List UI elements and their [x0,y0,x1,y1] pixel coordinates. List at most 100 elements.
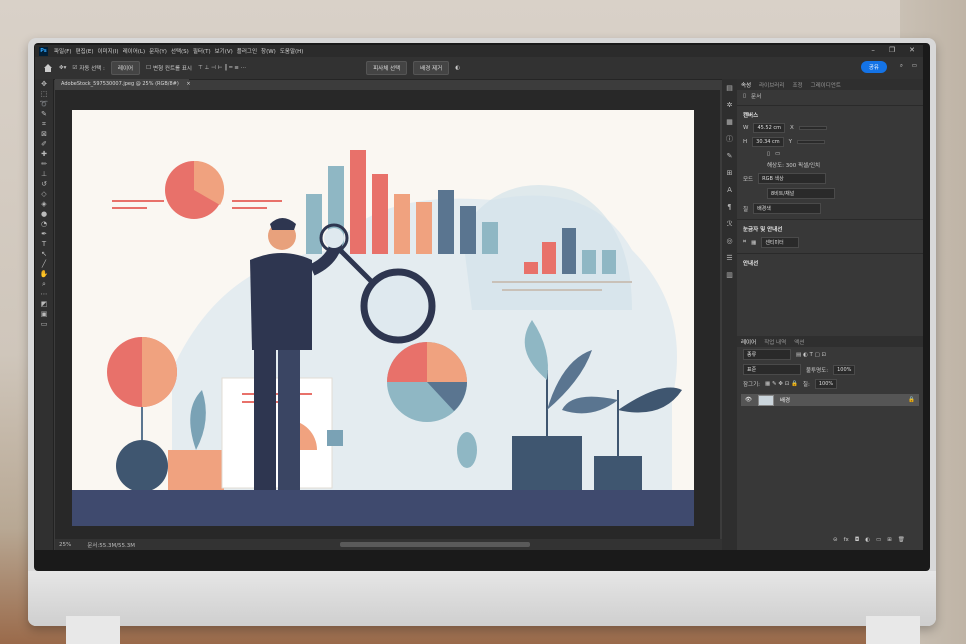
delete-layer-icon[interactable]: 🗑 [898,537,905,543]
menu-layer[interactable]: 레이어(L) [121,47,148,55]
width-field[interactable]: 45.52 cm [753,123,785,133]
orientation-landscape-icon[interactable]: ▭ [775,151,780,157]
share-button[interactable]: 공유 [860,61,887,73]
image-canvas[interactable] [72,110,694,526]
filter-icons[interactable]: ▤ ◐ T ▢ ⊡ [796,352,826,358]
mask-icon[interactable]: ◐ [455,65,460,71]
brush-panel-icon[interactable]: ✎ [722,147,737,164]
mode-dropdown[interactable]: RGB 색상 [758,173,827,184]
bit-depth-dropdown[interactable]: 8비트/채널 [767,188,835,199]
visibility-eye-icon[interactable]: 👁 [745,397,752,403]
blur-tool-icon[interactable]: ● [35,209,53,219]
layers-panel-icon[interactable]: ▥ [722,266,737,283]
dodge-tool-icon[interactable]: ◔ [35,219,53,229]
auto-select-checkbox[interactable]: ☑ [72,65,77,71]
menu-edit[interactable]: 편집(E) [74,47,96,55]
move-tool-icon[interactable]: ✥▾ [59,65,66,71]
type-tool-icon[interactable]: T [35,239,53,249]
tab-adjustments[interactable]: 조정 [792,81,802,89]
restore-icon[interactable]: ❐ [889,46,895,54]
pen-tool-icon[interactable]: ✒ [35,229,53,239]
menu-window[interactable]: 창(W) [259,47,278,55]
hand-tool-icon[interactable]: ✋ [35,269,53,279]
canvas-area[interactable] [55,90,720,542]
menu-select[interactable]: 선택(S) [169,47,191,55]
close-icon[interactable]: ✕ [909,46,915,54]
guides-grid-icon[interactable]: ▦ [751,240,756,246]
tab-libraries[interactable]: 라이브러리 [759,81,784,89]
remove-background-button[interactable]: 배경 제거 [413,61,450,75]
tab-layers[interactable]: 레이어 [741,338,756,346]
lock-icons[interactable]: ▦ ✎ ✥ ⊡ 🔒 [765,381,798,387]
opacity-field[interactable]: 100% [833,364,856,375]
document-info[interactable]: 문서:55.3M/55.3M [87,541,135,549]
x-field[interactable] [798,126,827,130]
line-tool-icon[interactable]: ╱ [35,259,53,269]
auto-select-dropdown[interactable]: 레이어 [110,61,141,75]
menu-image[interactable]: 이미지(I) [95,47,120,55]
link-layers-icon[interactable]: ⊝ [833,537,838,543]
adjustment-icon[interactable]: ◐ [865,537,870,543]
search-icon[interactable]: ⌕ [900,63,903,70]
fill-dropdown[interactable]: 배경색 [753,203,822,214]
horizontal-scrollbar[interactable] [340,542,530,547]
clone-source-icon[interactable]: ⊞ [722,164,737,181]
menu-plugins[interactable]: 플러그인 [235,47,259,55]
new-layer-icon[interactable]: ⊞ [887,537,892,543]
tab-gradients[interactable]: 그레이디언트 [811,81,841,89]
eyedropper-tool-icon[interactable]: ✐ [35,139,53,149]
ruler-units-dropdown[interactable]: 센티미터 [761,237,800,248]
styles-panel-icon[interactable]: ◎ [722,232,737,249]
screen-mode-icon[interactable]: ▭ [35,319,53,329]
color-panel-icon[interactable]: ✲ [722,96,737,113]
menu-filter[interactable]: 필터(T) [191,47,213,55]
glyphs-panel-icon[interactable]: ℛ [722,215,737,232]
layer-filter-field[interactable]: 종류 [743,349,791,360]
mask-icon[interactable]: ◘ [855,537,859,543]
blend-mode-dropdown[interactable]: 표준 [743,364,801,375]
grid-icon[interactable]: ⌗ [743,239,746,246]
stamp-tool-icon[interactable]: ⊥ [35,169,53,179]
info-panel-icon[interactable]: ⓘ [722,130,737,147]
group-icon[interactable]: ▭ [876,537,881,543]
transform-controls-checkbox[interactable]: ☐ [146,65,151,71]
lasso-tool-icon[interactable]: ➰ [35,99,53,109]
zoom-tool-icon[interactable]: ⌕ [35,279,53,289]
menu-type[interactable]: 문자(Y) [147,47,169,55]
properties-panel-icon[interactable]: ☰ [722,249,737,266]
marquee-tool-icon[interactable]: ⬚ [35,89,53,99]
eraser-tool-icon[interactable]: ◇ [35,189,53,199]
close-tab-icon[interactable]: × [186,81,190,87]
frame-tool-icon[interactable]: ⊠ [35,129,53,139]
home-icon[interactable] [43,63,53,73]
select-subject-button[interactable]: 피사체 선택 [366,61,408,75]
layer-row-background[interactable]: 👁 배경 🔒 [741,394,919,406]
minimize-icon[interactable]: – [871,46,875,54]
color-swatches-icon[interactable]: ◩ [35,299,53,309]
fill-opacity-field[interactable]: 100% [814,379,838,389]
menu-view[interactable]: 보기(V) [213,47,235,55]
tab-history[interactable]: 작업 내역 [764,338,786,346]
brush-tool-icon[interactable]: ✏ [35,159,53,169]
healing-tool-icon[interactable]: ✚ [35,149,53,159]
orientation-portrait-icon[interactable]: ▯ [767,151,770,157]
tab-actions[interactable]: 액션 [794,338,804,346]
history-brush-icon[interactable]: ↺ [35,179,53,189]
menu-file[interactable]: 파일(F) [52,47,74,55]
zoom-level[interactable]: 25% [59,542,71,548]
menu-help[interactable]: 도움말(H) [278,47,306,55]
move-tool-icon[interactable]: ✥ [35,79,53,89]
canvas-section-header[interactable]: 캔버스 [743,111,758,119]
quick-select-tool-icon[interactable]: ✎ [35,109,53,119]
rulers-section-header[interactable]: 눈금자 및 안내선 [743,225,782,233]
quick-mask-icon[interactable]: ▣ [35,309,53,319]
paragraph-panel-icon[interactable]: ¶ [722,198,737,215]
path-select-icon[interactable]: ↖ [35,249,53,259]
guides-section-header[interactable]: 안내선 [743,259,758,267]
tab-properties[interactable]: 속성 [741,81,751,89]
workspace-icon[interactable]: ▭ [912,63,917,69]
align-icons[interactable]: ⊤ ⊥ ⊣ ⊢ ║ ═ ≡ ⋯ [198,65,246,71]
document-tab[interactable]: AdobeStock_597530007.jpeg @ 25% (RGB/8#)… [55,79,191,90]
height-field[interactable]: 30.34 cm [752,137,784,147]
history-panel-icon[interactable]: ▤ [722,79,737,96]
